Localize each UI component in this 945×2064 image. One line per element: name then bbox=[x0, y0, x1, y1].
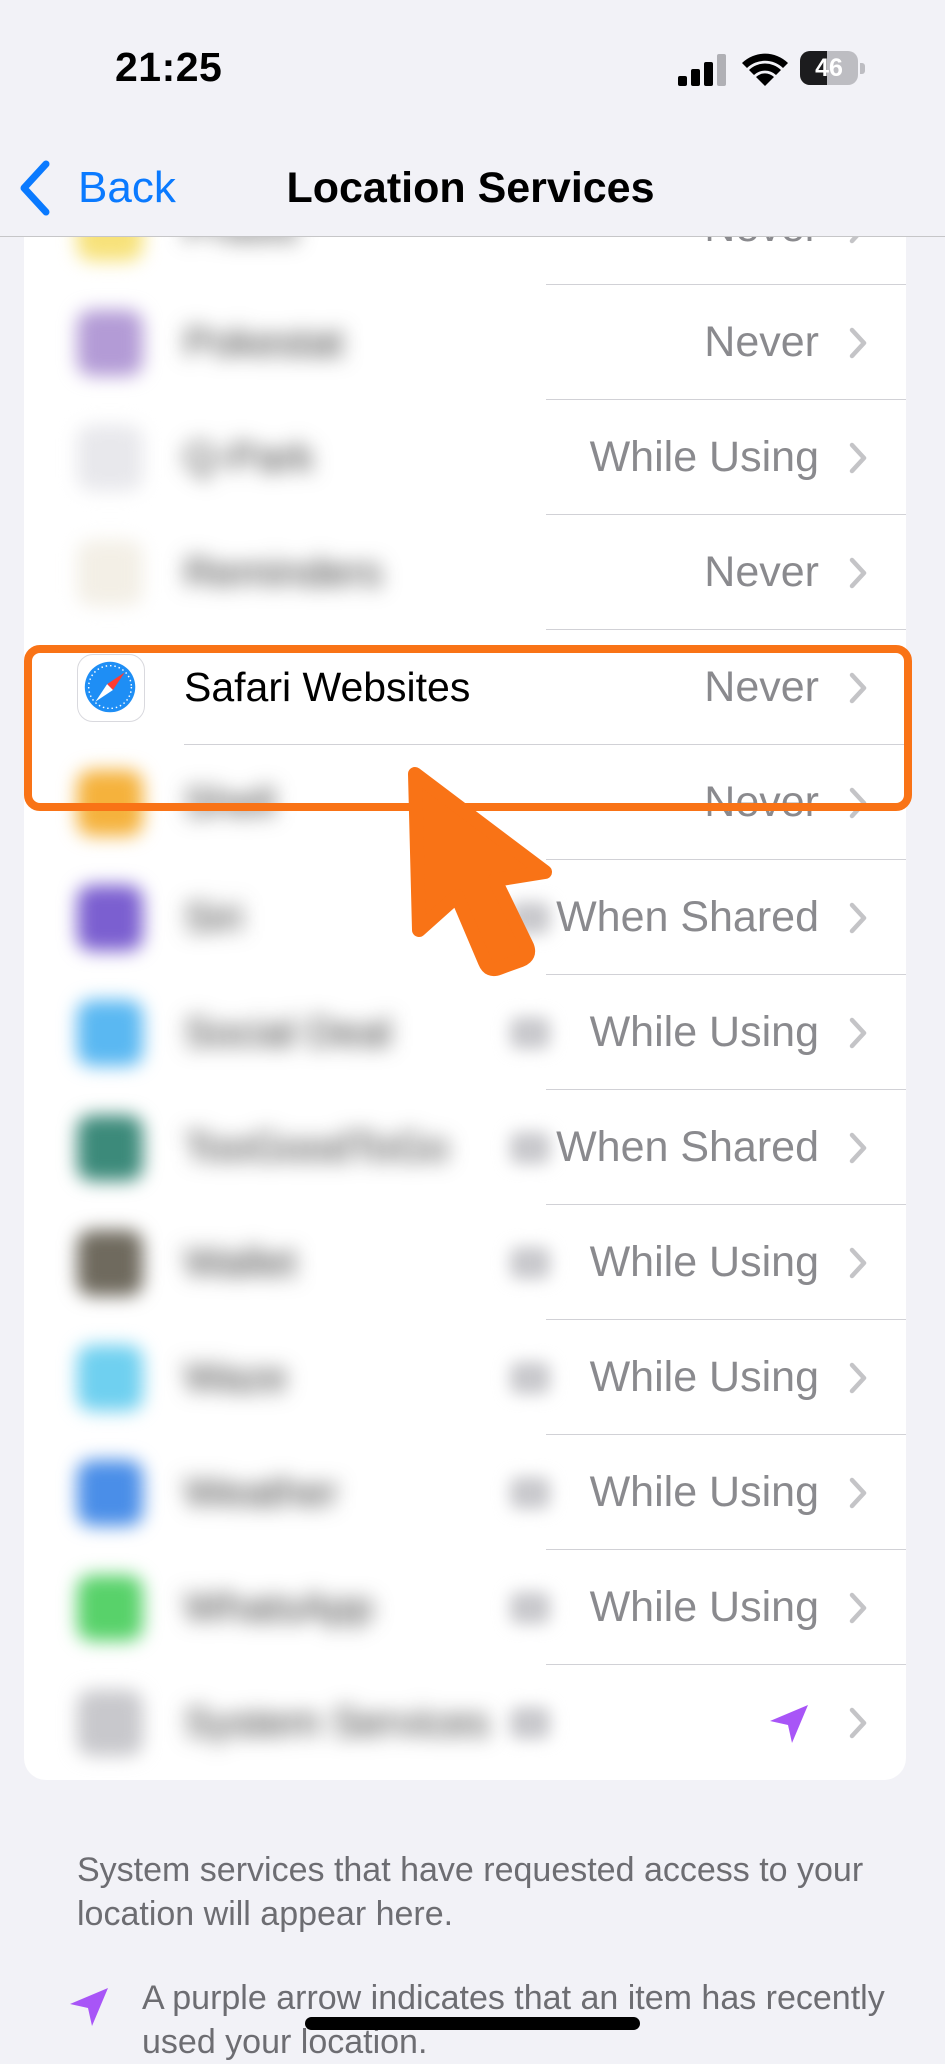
status-time: 21:25 bbox=[115, 44, 223, 90]
app-icon bbox=[77, 237, 143, 261]
app-name: Siri bbox=[184, 894, 244, 940]
chevron-right-icon bbox=[848, 327, 868, 359]
chevron-right-icon bbox=[848, 902, 868, 934]
chevron-right-icon bbox=[848, 1362, 868, 1394]
list-item[interactable]: WhatsApp While Using bbox=[24, 1550, 906, 1665]
app-name: Reminders bbox=[184, 549, 383, 595]
permission-value: Never bbox=[704, 778, 819, 826]
back-label: Back bbox=[78, 163, 176, 212]
chevron-right-icon bbox=[848, 1247, 868, 1279]
list-item[interactable]: Pokestat Never bbox=[24, 285, 906, 400]
blurred-detail bbox=[510, 1362, 550, 1394]
chevron-right-icon bbox=[848, 1017, 868, 1049]
list-item[interactable]: Weather While Using bbox=[24, 1435, 906, 1550]
chevron-right-icon bbox=[848, 237, 868, 244]
list-item[interactable]: Q-Park While Using bbox=[24, 400, 906, 515]
app-name: Weather bbox=[184, 1469, 339, 1515]
app-name: TooGoodToGo bbox=[184, 1124, 449, 1170]
app-icon bbox=[77, 1230, 143, 1296]
status-bar: 21:25 46 bbox=[0, 0, 945, 140]
app-name: Q-Park bbox=[184, 434, 314, 480]
list-item[interactable]: Wallet While Using bbox=[24, 1205, 906, 1320]
battery-level: 46 bbox=[815, 54, 843, 82]
chevron-right-icon bbox=[848, 1707, 868, 1739]
app-icon bbox=[77, 885, 143, 951]
permission-value: Never bbox=[704, 663, 819, 711]
blurred-detail bbox=[510, 1592, 550, 1624]
permission-value: Never bbox=[704, 318, 819, 366]
app-icon bbox=[77, 425, 143, 491]
permission-value: While Using bbox=[589, 1238, 819, 1286]
app-icon bbox=[77, 310, 143, 376]
list-item[interactable]: Prasis Never bbox=[24, 237, 906, 285]
blurred-detail bbox=[510, 1132, 550, 1164]
app-name: Social Deal bbox=[184, 1009, 392, 1055]
wifi-icon bbox=[742, 53, 788, 86]
chevron-right-icon bbox=[848, 672, 868, 704]
app-icon bbox=[77, 1460, 143, 1526]
blurred-detail bbox=[510, 902, 550, 934]
permission-value: While Using bbox=[589, 433, 819, 481]
permission-value: Never bbox=[704, 237, 819, 285]
permission-value: When Shared bbox=[556, 893, 819, 941]
chevron-right-icon bbox=[848, 1477, 868, 1509]
home-indicator bbox=[305, 2017, 640, 2030]
app-icon bbox=[77, 1345, 143, 1411]
app-name: System Services bbox=[184, 1699, 490, 1745]
back-button[interactable]: Back bbox=[18, 150, 176, 226]
blurred-detail bbox=[510, 1017, 550, 1049]
app-icon bbox=[77, 1575, 143, 1641]
app-name: Pokestat bbox=[184, 319, 344, 365]
app-name: Prasis bbox=[184, 237, 298, 285]
app-name: Shell bbox=[184, 779, 276, 825]
app-name: Wallet bbox=[184, 1239, 297, 1285]
permission-value: While Using bbox=[589, 1583, 819, 1631]
navigation-bar: Location Services Back bbox=[0, 140, 945, 237]
chevron-right-icon bbox=[848, 557, 868, 589]
chevron-right-icon bbox=[848, 1132, 868, 1164]
permission-value: While Using bbox=[589, 1468, 819, 1516]
permission-value: When Shared bbox=[556, 1123, 819, 1171]
list-item[interactable]: Shell Never bbox=[24, 745, 906, 860]
list-item[interactable]: Waze While Using bbox=[24, 1320, 906, 1435]
chevron-left-icon bbox=[20, 160, 50, 216]
permission-value: Never bbox=[704, 548, 819, 596]
app-name: WhatsApp bbox=[184, 1584, 374, 1630]
app-icon bbox=[77, 1000, 143, 1066]
app-icon bbox=[77, 1690, 143, 1756]
safari-compass-icon bbox=[77, 654, 145, 722]
app-name: Safari Websites bbox=[184, 664, 471, 710]
chevron-right-icon bbox=[848, 442, 868, 474]
list-item[interactable]: System Services bbox=[24, 1665, 906, 1780]
app-icon bbox=[77, 540, 143, 606]
chevron-right-icon bbox=[848, 1592, 868, 1624]
app-name: Waze bbox=[184, 1354, 288, 1400]
blurred-detail bbox=[510, 1477, 550, 1509]
blurred-detail bbox=[510, 1707, 550, 1739]
permission-value: While Using bbox=[589, 1008, 819, 1056]
list-item[interactable]: TooGoodToGo When Shared bbox=[24, 1090, 906, 1205]
location-arrow-icon bbox=[770, 1705, 808, 1743]
list-item[interactable]: Reminders Never bbox=[24, 515, 906, 630]
system-services-note: System services that have requested acce… bbox=[77, 1851, 864, 1933]
app-icon bbox=[77, 1115, 143, 1181]
list-item[interactable]: Safari Websites Never bbox=[24, 630, 906, 745]
app-icon bbox=[77, 770, 143, 836]
location-arrow-icon bbox=[70, 1988, 108, 2026]
cellular-signal-icon bbox=[678, 54, 726, 86]
battery-icon: 46 bbox=[800, 51, 866, 87]
list-item[interactable]: Social Deal While Using bbox=[24, 975, 906, 1090]
blurred-detail bbox=[510, 1247, 550, 1279]
app-list-card: Prasis Never Pokestat Never Q-Park While Usin… bbox=[24, 237, 906, 1780]
list-item[interactable]: Siri When Shared bbox=[24, 860, 906, 975]
chevron-right-icon bbox=[848, 787, 868, 819]
permission-value: While Using bbox=[589, 1353, 819, 1401]
app-list: Prasis Never Pokestat Never Q-Park While Usin… bbox=[24, 237, 906, 1823]
